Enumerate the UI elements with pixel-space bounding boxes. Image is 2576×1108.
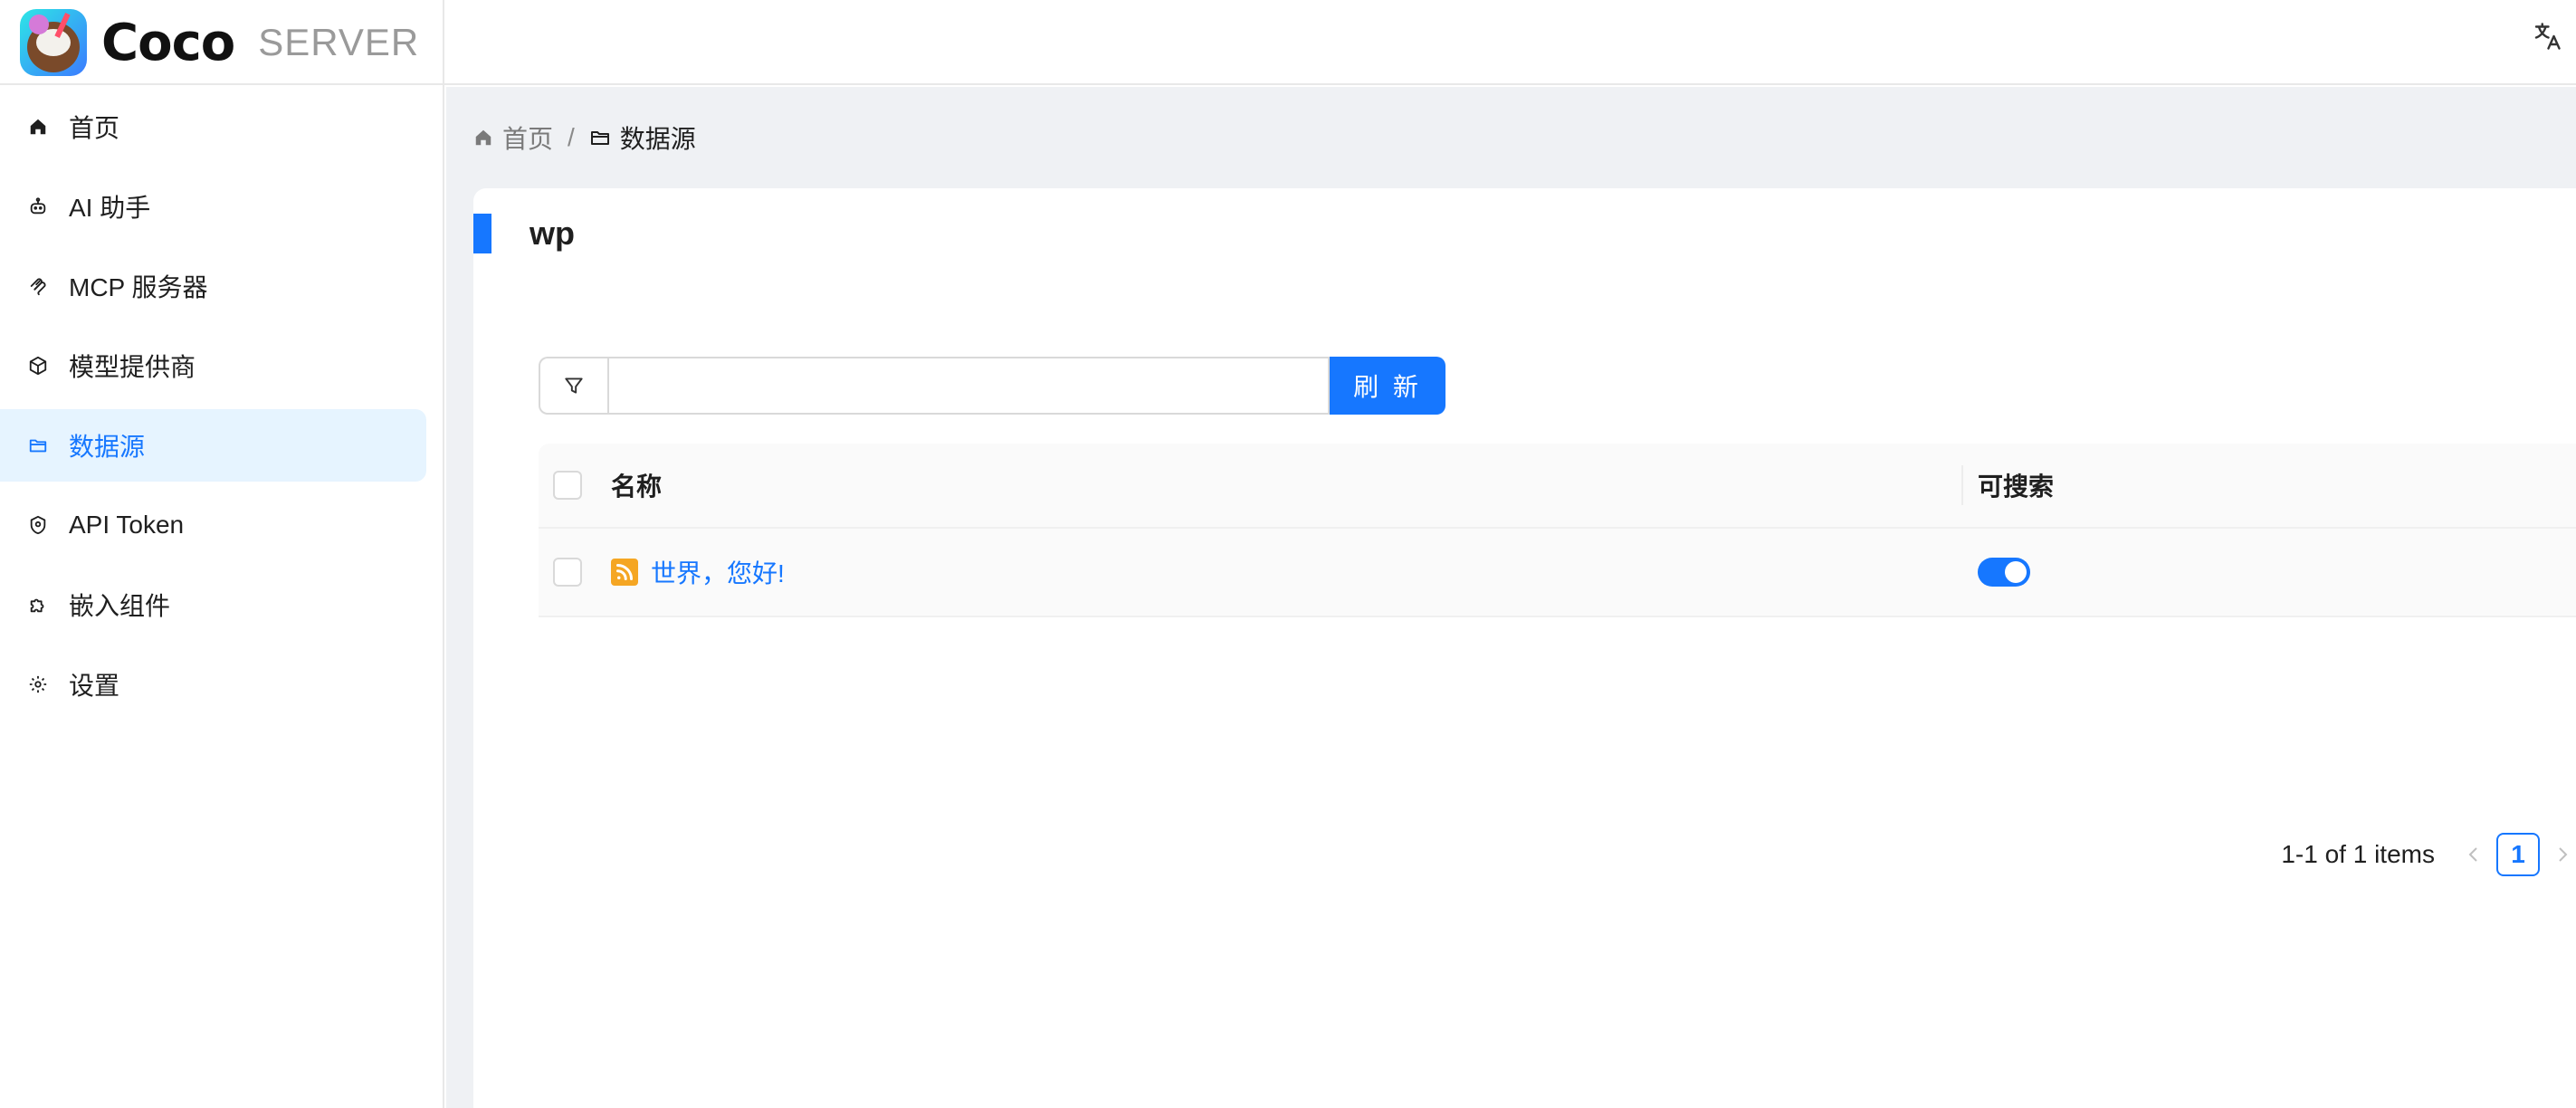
column-header-searchable: 可搜索 xyxy=(1978,473,2055,501)
breadcrumb-home-label: 首页 xyxy=(502,125,554,153)
rss-icon xyxy=(611,559,638,586)
sidebar-item-label: API Token xyxy=(69,511,185,539)
sidebar-item-label: AI 助手 xyxy=(69,194,151,222)
refresh-button[interactable]: 刷 新 xyxy=(1330,357,1445,415)
chevron-left-icon xyxy=(2468,847,2477,862)
folder-icon xyxy=(590,131,609,145)
pagination-total: 1-1 of 1 items xyxy=(2281,840,2435,868)
sidebar-item-mcp-server[interactable]: MCP 服务器 xyxy=(0,250,426,322)
filter-button[interactable] xyxy=(539,357,607,415)
table-row: 世界，您好! xyxy=(539,529,2576,617)
translate-icon[interactable] xyxy=(2531,20,2563,53)
sidebar-item-label: 嵌入组件 xyxy=(69,592,171,620)
robot-icon xyxy=(27,196,49,217)
sidebar-item-ai-assistant[interactable]: AI 助手 xyxy=(0,170,426,243)
datasource-table: 名称 可搜索 世界，您好! xyxy=(539,444,2576,617)
toggle-knob xyxy=(2005,561,2027,583)
sidebar-item-label: 模型提供商 xyxy=(69,353,196,381)
table-header: 名称 可搜索 xyxy=(539,444,2576,529)
sidebar-item-label: 设置 xyxy=(69,672,120,700)
filter-icon xyxy=(565,377,583,394)
datasource-name: 世界，您好! xyxy=(651,559,785,587)
searchable-toggle[interactable] xyxy=(1978,558,2030,587)
sidebar-item-label: 首页 xyxy=(69,114,120,142)
brand-name: Coco xyxy=(101,13,235,72)
gear-icon xyxy=(27,673,49,695)
page-1-button[interactable]: 1 xyxy=(2496,833,2540,876)
sidebar-item-label: 数据源 xyxy=(69,433,146,461)
breadcrumb-separator: / xyxy=(568,123,575,151)
column-header-name: 名称 xyxy=(611,473,663,501)
row-checkbox[interactable] xyxy=(553,558,582,587)
sidebar-item-model-provider[interactable]: 模型提供商 xyxy=(0,330,426,402)
search-input[interactable] xyxy=(607,357,1330,415)
sidebar-item-home[interactable]: 首页 xyxy=(0,91,426,163)
home-icon xyxy=(475,129,491,146)
sidebar-item-settings[interactable]: 设置 xyxy=(0,648,426,721)
chevron-right-icon xyxy=(2559,847,2568,862)
sidebar-item-embed-widget[interactable]: 嵌入组件 xyxy=(0,568,426,641)
coco-logo-icon xyxy=(20,9,87,76)
prev-page-button[interactable] xyxy=(2460,836,2487,873)
select-all-checkbox[interactable] xyxy=(553,471,582,500)
brand-subtitle: SERVER xyxy=(258,21,420,63)
breadcrumb-current-label: 数据源 xyxy=(619,125,696,153)
title-accent-bar xyxy=(473,214,491,253)
pagination: 1-1 of 1 items 1 xyxy=(2281,833,2576,876)
main-content: 首页 / 数据源 wp 刷 新 名称 可搜索 世界，您好! 1-1 of 1 i… xyxy=(446,87,2576,1108)
breadcrumb-home[interactable]: 首页 xyxy=(473,119,553,156)
search-bar: 刷 新 xyxy=(539,357,1445,415)
sidebar: 首页 AI 助手 MCP 服务器 模型提供商 数据源 API Token 嵌入组… xyxy=(0,85,444,1108)
puzzle-icon xyxy=(27,594,49,616)
mcp-icon xyxy=(27,275,49,297)
page-title: wp xyxy=(530,215,575,252)
breadcrumb: 首页 / 数据源 xyxy=(473,119,696,156)
column-divider xyxy=(1961,465,1963,505)
next-page-button[interactable] xyxy=(2549,836,2576,873)
sidebar-item-datasource[interactable]: 数据源 xyxy=(0,409,426,482)
datasource-card: wp 刷 新 名称 可搜索 世界，您好! 1-1 of 1 items 1 xyxy=(473,188,2576,1108)
datasource-name-link[interactable]: 世界，您好! xyxy=(611,554,785,590)
breadcrumb-current: 数据源 xyxy=(589,119,696,156)
top-header: Coco SERVER xyxy=(0,0,2576,85)
logo-area[interactable]: Coco SERVER xyxy=(0,0,444,85)
cube-icon xyxy=(27,355,49,377)
folder-icon xyxy=(27,435,49,456)
sidebar-item-api-token[interactable]: API Token xyxy=(0,489,426,561)
home-icon xyxy=(27,116,49,138)
sidebar-item-label: MCP 服务器 xyxy=(69,273,208,301)
shield-icon xyxy=(27,514,49,536)
